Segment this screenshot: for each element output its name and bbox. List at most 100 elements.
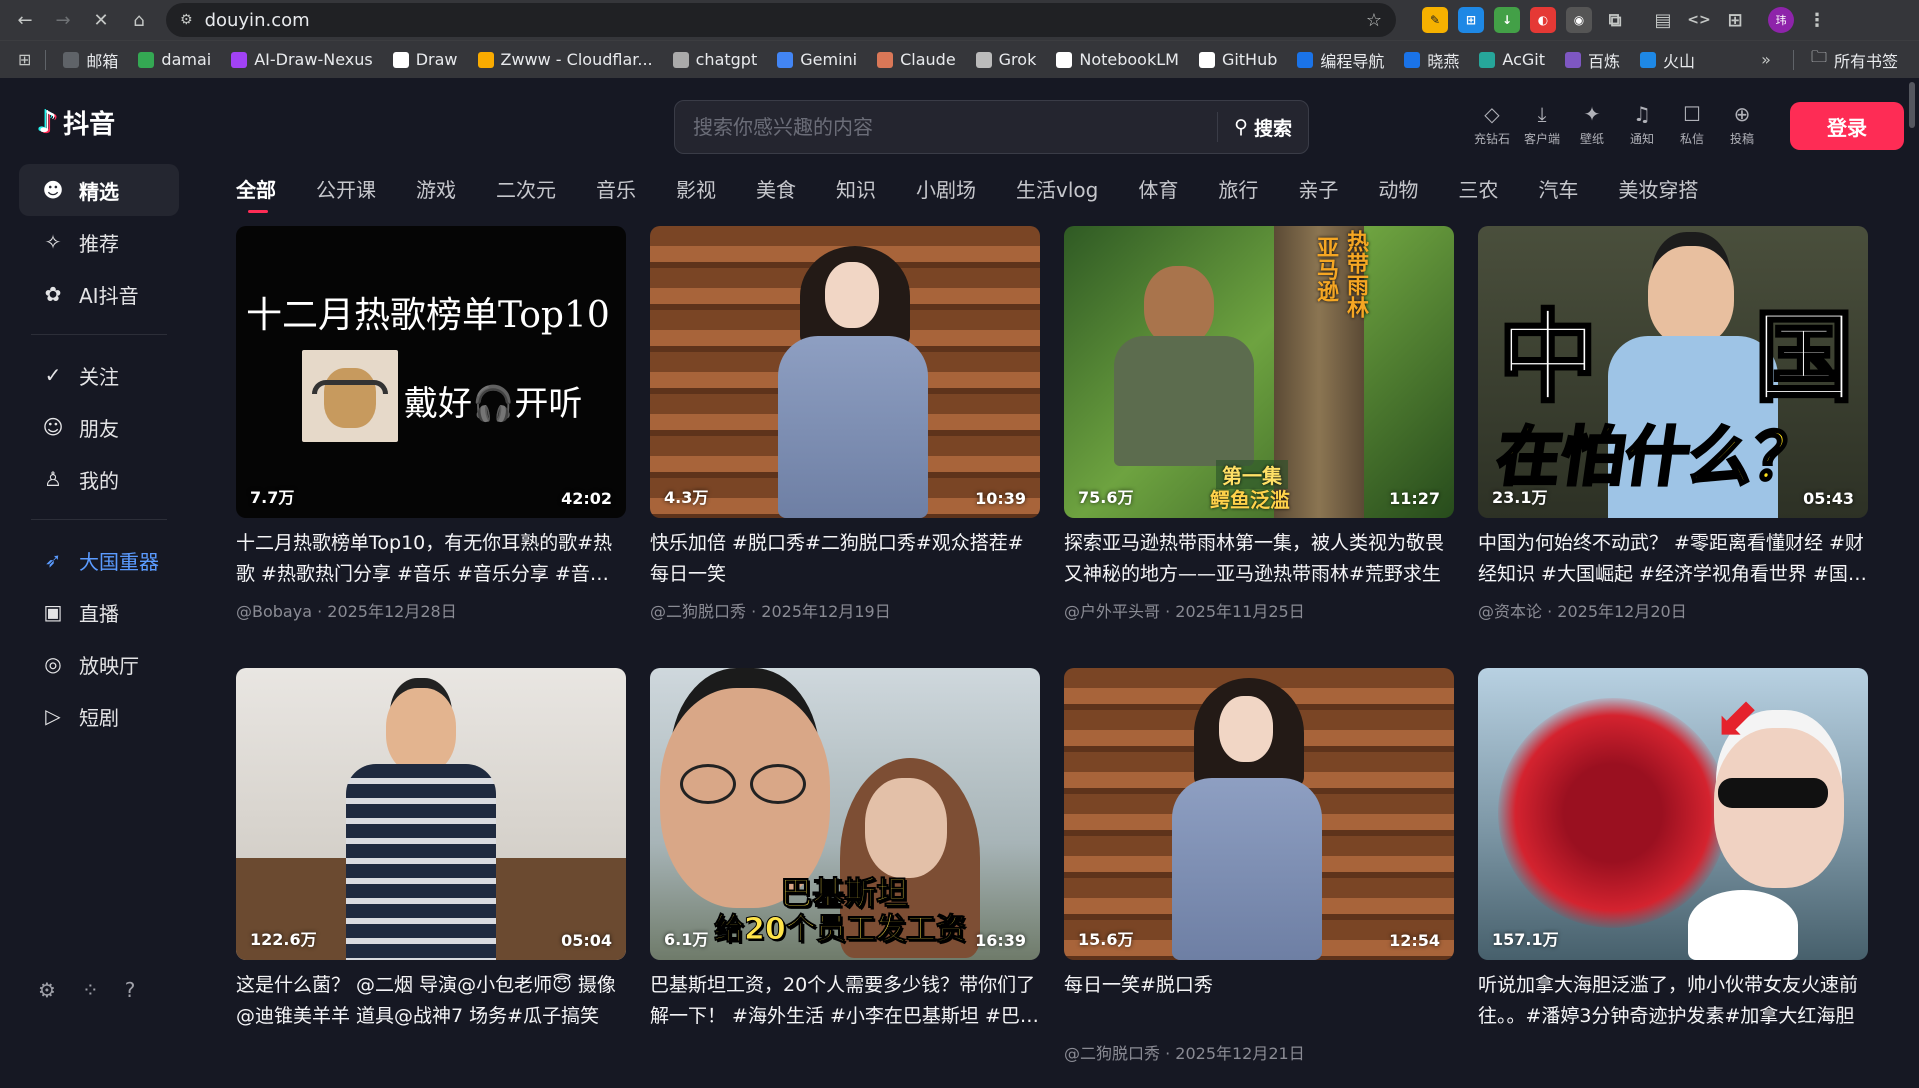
bookmarks-overflow[interactable]: » bbox=[1747, 50, 1785, 69]
extension-icon[interactable]: ✎ bbox=[1422, 7, 1448, 33]
video-author[interactable]: @户外平头哥 bbox=[1064, 602, 1160, 621]
sidebar-icon[interactable]: ▤ bbox=[1650, 7, 1676, 33]
header-action-3[interactable]: ♫ 通知 bbox=[1623, 102, 1661, 147]
video-card[interactable]: 巴基斯坦 给20个员工发工资 6.1万 16:39 巴基斯坦工资，20个人需要多少钱？… bbox=[650, 668, 1040, 1088]
bookmark-item[interactable]: Claude bbox=[868, 45, 965, 75]
video-thumbnail[interactable]: 15.6万 12:54 bbox=[1064, 668, 1454, 960]
extension-icon[interactable]: ◐ bbox=[1530, 7, 1556, 33]
tab-3[interactable]: 二次元 bbox=[496, 174, 576, 218]
video-card[interactable]: 十二月热歌榜单Top10 戴好🎧开听 7.7万 42:02 十二月热歌榜单Top10，… bbox=[236, 226, 626, 646]
header-action-2[interactable]: ✦ 壁纸 bbox=[1573, 102, 1611, 147]
bookmark-item[interactable]: 编程导航 bbox=[1288, 45, 1393, 75]
apps-grid-icon[interactable]: ⊞ bbox=[12, 50, 37, 69]
tab-12[interactable]: 亲子 bbox=[1298, 174, 1358, 218]
video-author[interactable]: @资本论 bbox=[1478, 602, 1542, 621]
puzzle-icon[interactable]: ⧉ bbox=[1602, 7, 1628, 33]
bookmark-item[interactable]: Gemini bbox=[768, 45, 866, 75]
header-action-5[interactable]: ⊕ 投稿 bbox=[1723, 102, 1761, 147]
back-icon[interactable]: ← bbox=[8, 3, 42, 37]
header-action-1[interactable]: ⤓ 客户端 bbox=[1523, 102, 1561, 147]
tab-11[interactable]: 旅行 bbox=[1218, 174, 1278, 218]
video-title[interactable]: 十二月热歌榜单Top10，有无你耳熟的歌#热歌 #热歌热门分享 #音乐 #音乐分… bbox=[236, 528, 626, 590]
tab-7[interactable]: 知识 bbox=[836, 174, 896, 218]
site-info-icon[interactable]: ⚙ bbox=[180, 12, 193, 28]
douyin-logo[interactable]: ♪ 抖音 bbox=[38, 104, 115, 141]
tab-2[interactable]: 游戏 bbox=[416, 174, 476, 218]
sidebar-item-0-2[interactable]: ✿ AI抖音 bbox=[19, 268, 179, 320]
video-title[interactable]: 每日一笑#脱口秀 bbox=[1064, 970, 1454, 1032]
search-button[interactable]: ⚲ 搜索 bbox=[1217, 112, 1308, 142]
scrollbar[interactable] bbox=[1908, 78, 1916, 1020]
video-title[interactable]: 探索亚马逊热带雨林第一集，被人类视为敬畏又神秘的地方——亚马逊热带雨林#荒野求生 bbox=[1064, 528, 1454, 590]
bookmark-item[interactable]: GitHub bbox=[1190, 45, 1286, 75]
search-input[interactable] bbox=[675, 101, 1218, 153]
video-thumbnail[interactable]: 122.6万 05:04 bbox=[236, 668, 626, 960]
bookmark-item[interactable]: NotebookLM bbox=[1047, 45, 1188, 75]
video-thumbnail[interactable]: 中 国 在怕什么？ 23.1万 05:43 bbox=[1478, 226, 1868, 518]
video-author[interactable]: @二狗脱口秀 bbox=[1064, 1044, 1160, 1063]
forward-icon[interactable]: → bbox=[46, 3, 80, 37]
video-thumbnail[interactable]: 十二月热歌榜单Top10 戴好🎧开听 7.7万 42:02 bbox=[236, 226, 626, 518]
bookmark-item[interactable]: damai bbox=[129, 45, 220, 75]
tab-4[interactable]: 音乐 bbox=[596, 174, 656, 218]
sidebar-item-1-1[interactable]: ☺ 朋友 bbox=[19, 401, 179, 453]
video-card[interactable]: 中 国 在怕什么？ 23.1万 05:43 中国为何始终不动武？ #零距离看懂财经 #… bbox=[1478, 226, 1868, 646]
extension-icon[interactable]: ◉ bbox=[1566, 7, 1592, 33]
video-author[interactable]: @Bobaya bbox=[236, 602, 312, 621]
help-icon[interactable]: ? bbox=[125, 978, 136, 1002]
video-title[interactable]: 快乐加倍 #脱口秀#二狗脱口秀#观众搭茬#每日一笑 bbox=[650, 528, 1040, 590]
bookmark-item[interactable]: 百炼 bbox=[1556, 45, 1629, 75]
video-card[interactable]: 4.3万 10:39 快乐加倍 #脱口秀#二狗脱口秀#观众搭茬#每日一笑 @二狗脱口秀… bbox=[650, 226, 1040, 646]
tab-10[interactable]: 体育 bbox=[1138, 174, 1198, 218]
tab-6[interactable]: 美食 bbox=[756, 174, 816, 218]
header-action-4[interactable]: ☐ 私信 bbox=[1673, 102, 1711, 147]
address-bar[interactable]: ⚙ douyin.com ☆ bbox=[166, 3, 1396, 37]
tab-14[interactable]: 三农 bbox=[1458, 174, 1518, 218]
video-thumbnail[interactable]: 4.3万 10:39 bbox=[650, 226, 1040, 518]
tab-9[interactable]: 生活vlog bbox=[1016, 174, 1118, 218]
more-apps-icon[interactable]: ⁘ bbox=[82, 978, 99, 1002]
bookmark-item[interactable]: Grok bbox=[967, 45, 1046, 75]
devtools-icon[interactable]: <> bbox=[1686, 7, 1712, 33]
login-button[interactable]: 登录 bbox=[1790, 102, 1904, 150]
profile-avatar[interactable]: 玮 bbox=[1768, 7, 1794, 33]
extension-icon[interactable]: ⊞ bbox=[1458, 7, 1484, 33]
tab-5[interactable]: 影视 bbox=[676, 174, 736, 218]
video-card[interactable]: 122.6万 05:04 这是什么菌？ @二烟 导演@小包老师😇 摄像@迪锥美羊羊 … bbox=[236, 668, 626, 1088]
extension-icon[interactable]: ↓ bbox=[1494, 7, 1520, 33]
video-title[interactable]: 听说加拿大海胆泛滥了，帅小伙带女友火速前往。。#潘婷3分钟奇迹护发素#加拿大红海… bbox=[1478, 970, 1868, 1032]
video-author[interactable]: @二狗脱口秀 bbox=[650, 602, 746, 621]
sidebar-item-2-0[interactable]: ➶ 大国重器 bbox=[19, 534, 179, 586]
bookmark-item[interactable]: Draw bbox=[384, 45, 467, 75]
sidebar-item-0-1[interactable]: ✧ 推荐 bbox=[19, 216, 179, 268]
bookmark-item[interactable]: AI-Draw-Nexus bbox=[222, 45, 381, 75]
menu-icon[interactable]: ⋮ bbox=[1804, 7, 1830, 33]
home-icon[interactable]: ⌂ bbox=[122, 3, 156, 37]
tab-groups-icon[interactable]: ⊞ bbox=[1722, 7, 1748, 33]
scrollbar-thumb[interactable] bbox=[1909, 82, 1915, 128]
video-card[interactable]: ⬋ 157.1万听说加拿大海胆泛滥了，帅小伙带女友火速前往。。#潘婷3分钟奇迹护… bbox=[1478, 668, 1868, 1088]
header-action-0[interactable]: ◇ 充钻石 bbox=[1473, 102, 1511, 147]
bookmark-item[interactable]: Zwww - Cloudflar... bbox=[469, 45, 662, 75]
bookmark-item[interactable]: 晓燕 bbox=[1395, 45, 1468, 75]
tab-0[interactable]: 全部 bbox=[236, 174, 296, 218]
video-title[interactable]: 这是什么菌？ @二烟 导演@小包老师😇 摄像@迪锥美羊羊 道具@战神7 场务#瓜… bbox=[236, 970, 626, 1032]
settings-icon[interactable]: ⚙ bbox=[38, 978, 56, 1002]
video-thumbnail[interactable]: ⬋ 157.1万 bbox=[1478, 668, 1868, 960]
tab-13[interactable]: 动物 bbox=[1378, 174, 1438, 218]
sidebar-item-2-3[interactable]: ▷ 短剧 bbox=[19, 690, 179, 742]
bookmark-item[interactable]: 邮箱 bbox=[54, 45, 127, 75]
sidebar-item-1-0[interactable]: ✓ 关注 bbox=[19, 349, 179, 401]
sidebar-item-1-2[interactable]: ♙ 我的 bbox=[19, 453, 179, 505]
sidebar-item-2-2[interactable]: ◎ 放映厅 bbox=[19, 638, 179, 690]
sidebar-item-0-0[interactable]: ☻ 精选 bbox=[19, 164, 179, 216]
all-bookmarks-folder[interactable]: 🗀 所有书签 bbox=[1802, 43, 1907, 76]
tab-8[interactable]: 小剧场 bbox=[916, 174, 996, 218]
tab-1[interactable]: 公开课 bbox=[316, 174, 396, 218]
bookmark-star-icon[interactable]: ☆ bbox=[1366, 10, 1382, 31]
address-url[interactable]: douyin.com bbox=[205, 10, 1354, 31]
video-thumbnail[interactable]: 亚马逊 热带雨林 第一集 鳄鱼泛滥 75.6万 11:27 bbox=[1064, 226, 1454, 518]
stop-loading-icon[interactable]: ✕ bbox=[84, 3, 118, 37]
video-thumbnail[interactable]: 巴基斯坦 给20个员工发工资 6.1万 16:39 bbox=[650, 668, 1040, 960]
video-title[interactable]: 中国为何始终不动武？ #零距离看懂财经 #财经知识 #大国崛起 #经济学视角看世… bbox=[1478, 528, 1868, 590]
